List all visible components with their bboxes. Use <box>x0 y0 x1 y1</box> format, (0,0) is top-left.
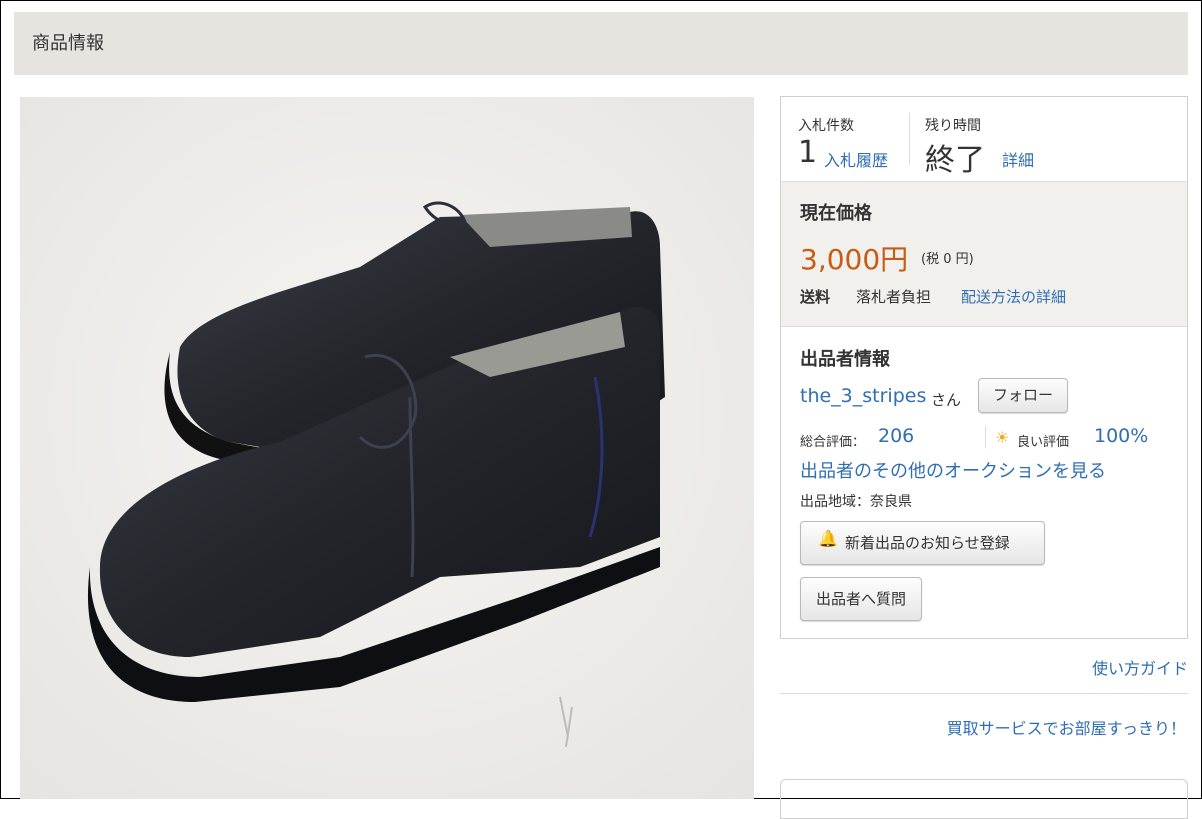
current-price-value: 3,000円 <box>800 243 909 276</box>
shipping-details-link[interactable]: 配送方法の詳細 <box>961 286 1066 307</box>
auction-info-panel: 入札件数 1 入札履歴 残り時間 終了 詳細 現在価格 3,000円 (税 0 … <box>780 96 1188 639</box>
boots-image <box>20 97 754 799</box>
seller-region: 出品地域：奈良県 <box>800 494 912 510</box>
shipping-payer: 落札者負担 <box>856 288 932 306</box>
detail-link[interactable]: 詳細 <box>1002 147 1034 171</box>
time-left-value: 終了 <box>925 143 985 178</box>
seller-info-title: 出品者情報 <box>800 349 890 370</box>
section-title: 商品情報 <box>32 33 104 54</box>
bid-summary: 入札件数 1 入札履歴 残り時間 終了 詳細 <box>781 97 1187 181</box>
next-section-box <box>780 779 1188 819</box>
notify-button-label: 新着出品のお知らせ登録 <box>845 534 1010 552</box>
product-photo[interactable] <box>20 97 754 799</box>
follow-button[interactable]: フォロー <box>978 378 1068 413</box>
divider <box>780 693 1188 694</box>
price-box: 現在価格 3,000円 (税 0 円) 送料 落札者負担 配送方法の詳細 <box>781 181 1187 327</box>
seller-honorific: さん <box>931 391 962 409</box>
rating-divider <box>985 426 986 448</box>
new-listing-notify-button[interactable]: 🔔 新着出品のお知らせ登録 <box>800 521 1045 565</box>
bid-count-value: 1 <box>798 135 818 170</box>
divider <box>909 113 910 165</box>
good-rating-label: 良い評価 <box>1017 435 1070 450</box>
total-rating-label: 総合評価： <box>800 435 866 450</box>
seller-name-link[interactable]: the_3_stripes <box>800 385 926 407</box>
buyback-promo-link[interactable]: 買取サービスでお部屋すっきり！ <box>947 715 1186 739</box>
section-header: 商品情報 <box>14 12 1188 75</box>
ask-seller-button[interactable]: 出品者へ質問 <box>800 577 922 621</box>
good-rating-value[interactable]: 100% <box>1094 425 1148 447</box>
bid-count-label: 入札件数 <box>798 118 854 134</box>
other-auctions-link[interactable]: 出品者のその他のオークションを見る <box>800 457 1106 483</box>
total-rating-value[interactable]: 206 <box>878 425 914 447</box>
time-left-label: 残り時間 <box>925 118 981 134</box>
current-price-title: 現在価格 <box>800 203 872 224</box>
sun-icon: ☀ <box>995 428 1010 447</box>
usage-guide-link[interactable]: 使い方ガイド <box>1092 655 1188 679</box>
shipping-label: 送料 <box>800 288 831 306</box>
bell-icon: 🔔 <box>818 529 838 548</box>
price-tax: (税 0 円) <box>921 252 974 267</box>
bid-history-link[interactable]: 入札履歴 <box>824 147 888 171</box>
